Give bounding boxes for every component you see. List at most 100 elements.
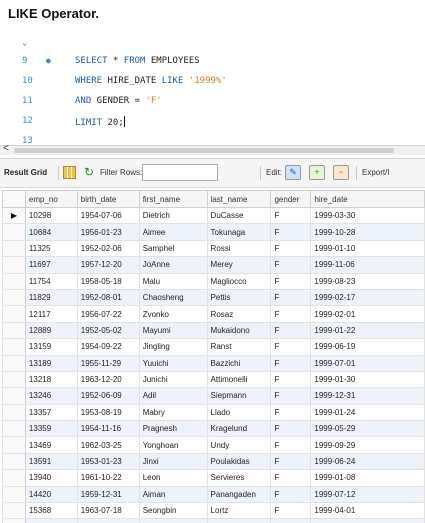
cell-first-name[interactable]: Seongbin [138,502,208,520]
result-grid-tab[interactable]: Result Grid [4,168,47,177]
table-row[interactable]: 13940 1961-10-22 Leon Servieres F 1999-01-08 [2,469,425,487]
cell-hire-date[interactable]: 1999-02-01 [310,305,425,323]
cell-emp-no[interactable]: 13940 [24,469,78,487]
cell-birth-date[interactable]: 1952-02-06 [76,239,140,258]
cell-birth-date[interactable]: 1954-11-16 [76,420,140,438]
cell-hire-date[interactable]: 1999-01-10 [310,239,425,258]
column-header-first-name[interactable]: first_name [138,190,208,208]
cell-hire-date[interactable]: 1999-10-28 [310,223,425,241]
grid-view-icon[interactable] [63,166,76,179]
refresh-icon[interactable]: ↻ [84,165,94,179]
cell-last-name[interactable]: Magliocco [206,272,272,290]
row-selector[interactable] [2,469,26,487]
cell-last-name[interactable]: Pettis [206,288,272,307]
cell-birth-date[interactable]: 1952-08-01 [76,288,140,307]
cell-first-name[interactable]: JoAnne [138,256,208,274]
cell-gender[interactable]: F [270,206,312,225]
row-selector[interactable] [2,239,26,258]
cell-first-name[interactable]: Yonghoan [138,436,208,454]
cell-emp-no[interactable]: 11325 [24,239,78,258]
row-selector[interactable] [2,305,26,323]
cell-hire-date[interactable]: 1999-06-19 [310,338,425,356]
cell-first-name[interactable]: Zvonko [138,305,208,323]
table-row[interactable]: 13591 1953-01-23 Jinxi Poulakidas F 1999-06-2… [2,452,425,471]
editor-line-9[interactable]: 9 ● SELECT * FROM EMPLOYEES [0,56,425,76]
editor-line-10[interactable]: 10 WHERE HIRE_DATE LIKE '1999%' [0,76,425,96]
cell-first-name[interactable]: Aiman [138,485,208,504]
table-row[interactable]: 13218 1963-12-20 Junichi Attimonelli F 1999-0… [2,370,425,389]
statement-marker-icon[interactable]: ● [46,56,51,65]
row-selector[interactable] [2,288,26,307]
cell-gender[interactable]: F [270,305,312,323]
cell-birth-date[interactable]: 1963-07-18 [76,502,140,520]
delete-row-icon[interactable]: − [333,165,349,180]
cell-first-name[interactable]: Malu [138,272,208,290]
table-row[interactable]: 13469 1962-03-25 Yonghoan Undy F 1999-09-29 [2,436,425,454]
cell-first-name[interactable]: Yuuichi [138,354,208,372]
row-selector[interactable] [2,436,26,454]
row-selector[interactable] [2,502,26,520]
table-row[interactable]: ▶ 10298 1954-07-06 Dietrich DuCasse F 1999-03-… [2,206,425,225]
cell-emp-no[interactable]: 13357 [24,403,78,422]
cell-last-name[interactable]: Strandh [206,518,272,523]
cell-first-name[interactable]: Aimee [138,223,208,241]
cell-last-name[interactable]: Kragelund [206,420,272,438]
cell-first-name[interactable]: Samphel [138,239,208,258]
cell-hire-date[interactable]: 1999-01-24 [310,403,425,422]
scroll-left-icon[interactable]: < [3,143,9,154]
cell-last-name[interactable]: Rosaz [206,305,272,323]
cell-first-name[interactable]: Pragnesh [138,420,208,438]
cell-hire-date[interactable]: 1999-01-30 [310,370,425,389]
cell-birth-date[interactable]: 1961-09-16 [76,518,140,523]
cell-last-name[interactable]: Tokunaga [206,223,272,241]
table-row[interactable]: 13159 1954-09-22 Jingling Ranst F 1999-06-19 [2,338,425,356]
cell-gender[interactable]: F [270,288,312,307]
cell-first-name[interactable]: Jingling [138,338,208,356]
cell-emp-no[interactable]: 12889 [24,321,78,340]
cell-emp-no[interactable]: 11754 [24,272,78,290]
table-row[interactable]: 14420 1959-12-31 Aiman Panangaden F 1999-07-1… [2,485,425,504]
table-row[interactable]: 13357 1953-08-19 Mabry Llado F 1999-01-24 [2,403,425,422]
cell-last-name[interactable]: Ranst [206,338,272,356]
cell-gender[interactable]: F [270,256,312,274]
cell-emp-no[interactable]: 11829 [24,288,78,307]
cell-gender[interactable]: F [270,223,312,241]
cell-hire-date[interactable]: 1999-01-08 [310,469,425,487]
cell-hire-date[interactable]: 1999-05-29 [310,420,425,438]
cell-emp-no[interactable]: 13359 [24,420,78,438]
cell-first-name[interactable]: Chaosheng [138,288,208,307]
table-row[interactable]: 11697 1957-12-20 JoAnne Merey F 1999-11-06 [2,256,425,274]
cell-gender[interactable]: F [270,502,312,520]
export-import-button[interactable]: Export/I [362,168,390,177]
row-selector[interactable] [2,223,26,241]
cell-gender[interactable]: F [270,518,312,523]
table-row[interactable]: 11754 1958-05-18 Malu Magliocco F 1999-08-23 [2,272,425,290]
cell-birth-date[interactable]: 1953-08-19 [76,403,140,422]
cell-last-name[interactable]: Attimonelli [206,370,272,389]
cell-first-name[interactable]: Mayumi [138,321,208,340]
cell-gender[interactable]: F [270,452,312,471]
cell-hire-date[interactable]: 1999-02-17 [310,288,425,307]
cell-last-name[interactable]: Rossi [206,239,272,258]
row-selector[interactable] [2,321,26,340]
cell-gender[interactable]: F [270,403,312,422]
cell-emp-no[interactable]: 16244 [24,518,78,523]
cell-last-name[interactable]: Siepmann [206,387,272,405]
cell-birth-date[interactable]: 1953-01-23 [76,452,140,471]
cell-first-name[interactable]: Mabry [138,403,208,422]
cell-hire-date[interactable]: 1999-03-30 [310,206,425,225]
cell-last-name[interactable]: Llado [206,403,272,422]
table-row[interactable]: 11325 1952-02-06 Samphel Rossi F 1999-01-10 [2,239,425,258]
cell-gender[interactable]: F [270,436,312,454]
table-row[interactable]: 162441961-09-16ParvizStrandhF1999-02-22 [2,518,425,523]
cell-emp-no[interactable]: 14420 [24,485,78,504]
cell-birth-date[interactable]: 1958-05-18 [76,272,140,290]
cell-hire-date[interactable]: 1999-08-23 [310,272,425,290]
row-selector[interactable] [2,518,26,523]
cell-gender[interactable]: F [270,420,312,438]
row-selector[interactable] [2,420,26,438]
cell-last-name[interactable]: Merey [206,256,272,274]
filter-rows-input[interactable] [142,164,218,181]
table-row[interactable]: 11829 1952-08-01 Chaosheng Pettis F 1999-02-1… [2,288,425,307]
cell-emp-no[interactable]: 15368 [24,502,78,520]
